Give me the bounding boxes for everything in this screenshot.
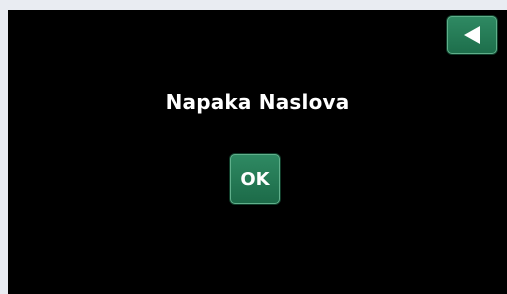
- back-button[interactable]: [447, 16, 497, 54]
- dialog-title: Napaka Naslova: [165, 90, 350, 114]
- back-triangle-icon: [464, 26, 480, 44]
- device-screen: Napaka Naslova OK: [8, 10, 507, 294]
- ok-button[interactable]: OK: [230, 154, 280, 204]
- ok-button-label: OK: [240, 168, 270, 190]
